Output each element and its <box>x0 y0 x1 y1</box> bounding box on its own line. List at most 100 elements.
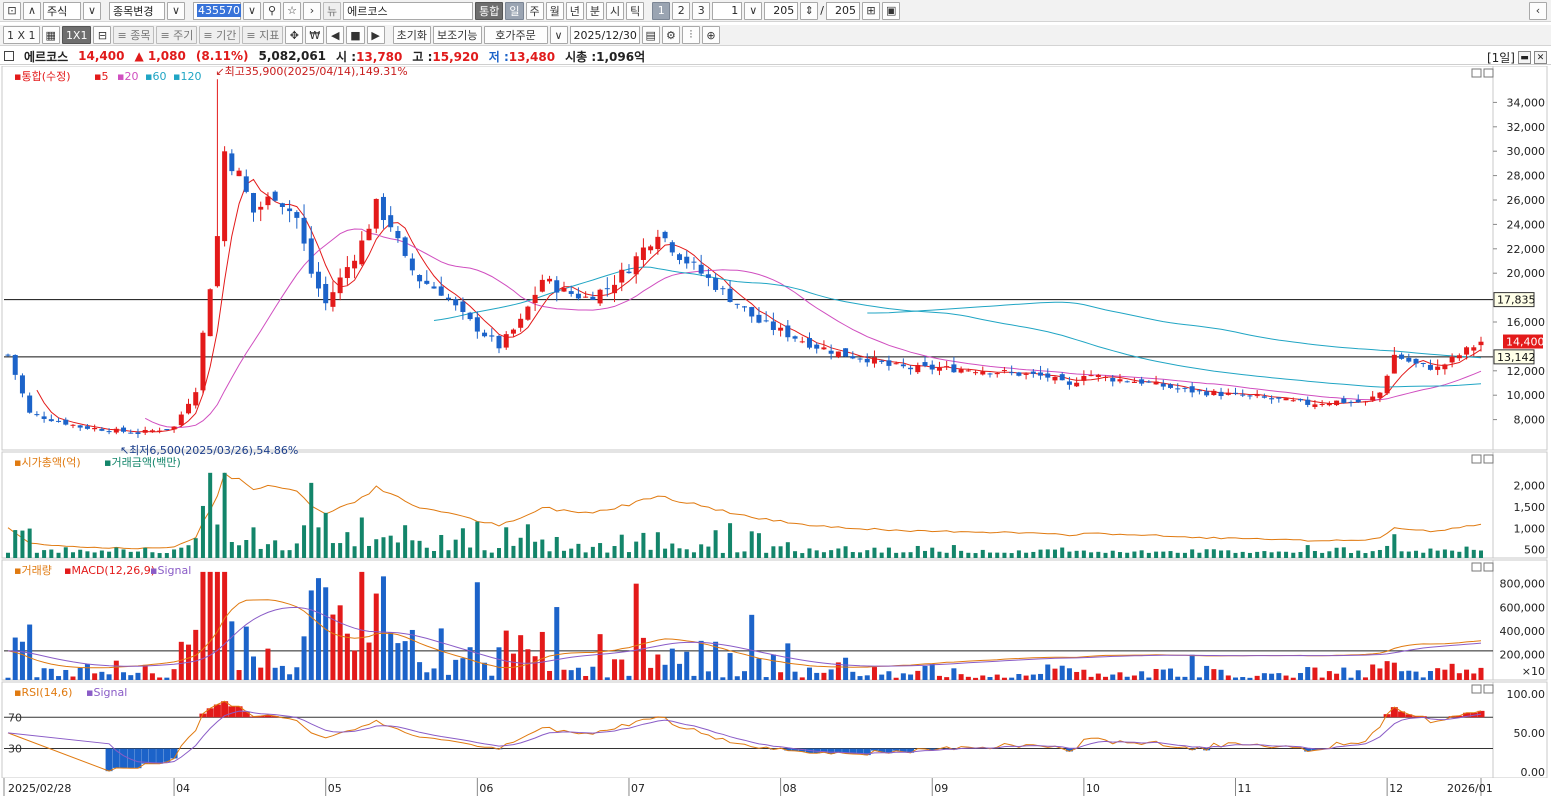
reset-button[interactable]: 초기화 <box>392 26 432 44</box>
change-dropdown-button[interactable]: ∨ <box>167 1 185 20</box>
volume-bar <box>251 656 256 680</box>
candle <box>698 264 704 274</box>
rsi-level-label: 70 <box>8 711 22 724</box>
settings-icon[interactable]: ⚙ <box>661 26 680 44</box>
globe-icon[interactable]: ⊕ <box>701 26 720 44</box>
period-year-tab[interactable]: 년 <box>565 1 584 20</box>
minimize-icon[interactable]: ▬ <box>1518 51 1531 64</box>
market-select[interactable]: 주식 <box>43 1 81 20</box>
volume-bar <box>619 659 625 680</box>
stop-icon[interactable]: ■ <box>346 26 365 44</box>
amount-bar <box>85 551 90 558</box>
period-tick-tab[interactable]: 틱 <box>626 1 645 20</box>
period-minute-tab[interactable]: 분 <box>585 1 604 20</box>
volume-bar <box>994 674 1000 680</box>
candle <box>525 306 531 320</box>
bars-input[interactable]: 205 <box>764 1 799 20</box>
grid-icon[interactable]: ▦ <box>41 26 60 44</box>
candle <box>518 318 524 328</box>
table-icon[interactable]: ⊟ <box>93 26 112 44</box>
amount-bar <box>561 550 566 558</box>
item-menu-button[interactable]: ≡ 종목 <box>113 26 155 44</box>
date-input[interactable]: 2025/12/30 <box>569 26 640 44</box>
amount-bar <box>265 544 270 558</box>
volume-bar <box>1348 677 1354 680</box>
period-month-tab[interactable]: 월 <box>545 1 564 20</box>
mcap-axis-label: 1,000 <box>1514 522 1546 535</box>
candle <box>1038 372 1044 376</box>
amount-bar <box>612 546 617 558</box>
up-arrow-button[interactable]: ∧ <box>23 1 41 20</box>
code-dropdown-button[interactable]: ∨ <box>243 1 261 20</box>
volume-bar <box>821 672 827 680</box>
save-icon[interactable]: ▣ <box>881 1 901 20</box>
collapse-panel-button[interactable]: ‹ <box>1529 1 1547 20</box>
count-input[interactable]: 1 <box>712 1 743 20</box>
candle <box>1045 373 1051 378</box>
candle <box>424 280 430 284</box>
order-dropdown-button[interactable]: ∨ <box>549 26 568 44</box>
period-day-tab[interactable]: 일 <box>505 1 524 20</box>
bars-stepper[interactable]: ⇕ <box>800 1 819 20</box>
amount-bar <box>1096 551 1101 558</box>
layout-single-button[interactable]: 1X1 <box>61 26 92 44</box>
prev-icon[interactable]: › <box>303 1 321 20</box>
volume-bar <box>258 667 264 680</box>
aux-function-button[interactable]: 보조기능 <box>433 26 482 44</box>
change-stock-select[interactable]: 종목변경 <box>109 1 165 20</box>
amount-bar <box>193 538 198 558</box>
market-dropdown-button[interactable]: ∨ <box>83 1 101 20</box>
close-icon[interactable]: ✕ <box>1534 51 1547 64</box>
won-icon[interactable]: ₩ <box>305 26 325 44</box>
hline-label: 17,835 <box>1497 294 1536 307</box>
stock-code-input[interactable]: 435570 <box>193 1 241 20</box>
amount-bar <box>157 553 162 558</box>
volume-bar <box>879 674 885 680</box>
checkbox[interactable] <box>4 51 14 61</box>
amount-bar <box>424 547 429 558</box>
volume-bar <box>323 587 329 680</box>
page-2-button[interactable]: 2 <box>672 1 691 20</box>
open-price: 시 :13,780 <box>336 49 403 64</box>
star-icon[interactable]: ☆ <box>283 1 301 20</box>
range-menu-button[interactable]: ≡ 기간 <box>199 26 241 44</box>
amount-bar <box>489 552 494 558</box>
volume-bar <box>315 578 321 680</box>
search-icon[interactable]: ⚲ <box>263 1 281 20</box>
candle <box>1117 379 1123 382</box>
add-window-icon[interactable]: ⊞ <box>861 1 880 20</box>
new-icon[interactable]: 뉴 <box>323 1 342 20</box>
x-axis-label: 12 <box>1389 782 1403 795</box>
page-3-button[interactable]: 3 <box>692 1 711 20</box>
layout-1x1-button[interactable]: 1 X 1 <box>3 26 40 44</box>
indicator-icon[interactable]: ⫶ <box>681 26 700 44</box>
volume-bar <box>1117 672 1123 680</box>
candle <box>438 286 444 296</box>
pane-restore-icon <box>1471 562 1482 572</box>
candle <box>756 314 762 323</box>
scroll-right-icon[interactable]: ▶ <box>366 26 385 44</box>
period-menu-button[interactable]: ≡ 주기 <box>156 26 198 44</box>
candle <box>128 432 134 434</box>
stock-chart[interactable]: 34,000 32,000 30,000 28,000 26,000 24,000 22,0… <box>0 66 1551 801</box>
amount-bar <box>6 552 10 558</box>
layout-toggle-button[interactable]: ⊡ <box>3 1 21 20</box>
amount-bar <box>1298 551 1303 558</box>
amount-bar <box>836 548 841 558</box>
volume-bar <box>1124 676 1130 680</box>
count-dropdown-button[interactable]: ∨ <box>744 1 763 20</box>
amount-bar <box>829 550 834 558</box>
period-hour-tab[interactable]: 시 <box>606 1 625 20</box>
candle <box>1312 404 1318 407</box>
move-icon[interactable]: ✥ <box>285 26 304 44</box>
calendar-icon[interactable]: ▤ <box>641 26 660 44</box>
volume-bar <box>1247 677 1253 680</box>
amount-bar <box>995 552 1000 558</box>
price-legend-item: ▪120 <box>173 70 201 83</box>
period-week-tab[interactable]: 주 <box>525 1 544 20</box>
scroll-left-icon[interactable]: ◀ <box>326 26 345 44</box>
integrated-button[interactable]: 통합 <box>475 1 504 20</box>
indicator-menu-button[interactable]: ≡ 지표 <box>242 26 284 44</box>
page-1-button[interactable]: 1 <box>652 1 671 20</box>
order-button[interactable]: 호가주문 <box>483 26 548 44</box>
